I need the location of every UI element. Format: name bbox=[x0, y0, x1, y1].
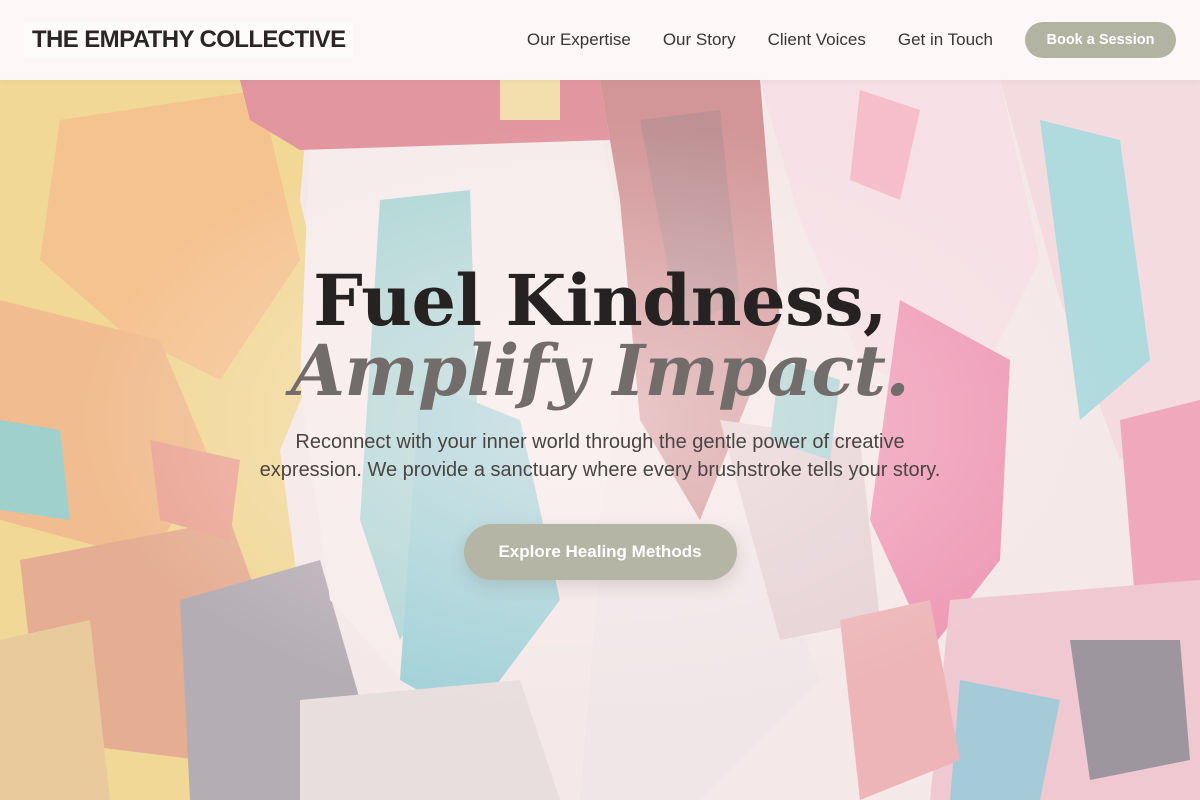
main-nav: Our Expertise Our Story Client Voices Ge… bbox=[527, 30, 1025, 50]
book-session-button[interactable]: Book a Session bbox=[1025, 22, 1176, 58]
nav-link-client-voices[interactable]: Client Voices bbox=[768, 30, 866, 50]
hero-headline-line-2: Amplify Impact. bbox=[290, 329, 910, 412]
brand-logo[interactable]: THE EMPATHY COLLECTIVE bbox=[24, 22, 354, 58]
hero-headline: Fuel Kindness, Amplify Impact. bbox=[0, 260, 1200, 406]
nav-link-get-in-touch[interactable]: Get in Touch bbox=[898, 30, 993, 50]
hero-section: Fuel Kindness, Amplify Impact. Reconnect… bbox=[0, 260, 1200, 580]
site-header: THE EMPATHY COLLECTIVE Our Expertise Our… bbox=[0, 0, 1200, 80]
nav-link-our-expertise[interactable]: Our Expertise bbox=[527, 30, 631, 50]
header-nav-group: Our Expertise Our Story Client Voices Ge… bbox=[527, 22, 1176, 58]
explore-healing-methods-button[interactable]: Explore Healing Methods bbox=[463, 524, 737, 580]
nav-link-our-story[interactable]: Our Story bbox=[663, 30, 736, 50]
hero-subtitle: Reconnect with your inner world through … bbox=[259, 431, 941, 481]
